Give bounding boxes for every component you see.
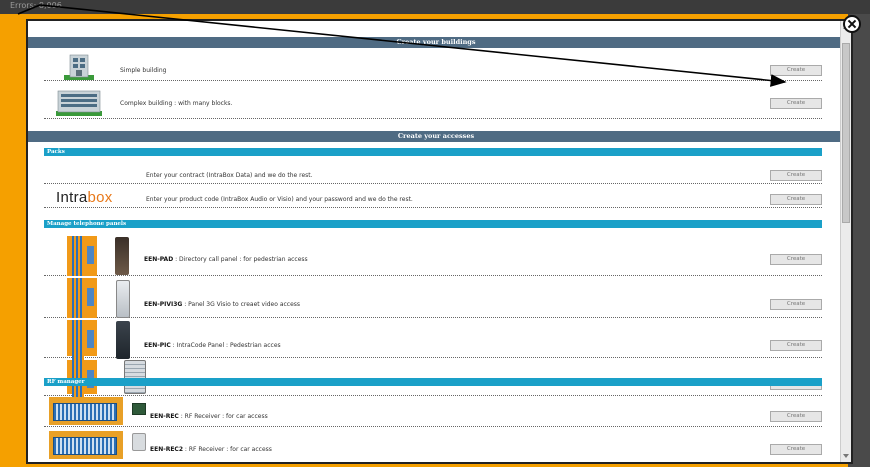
pic-code: EEN-PIC [144, 342, 171, 349]
pack-row-contract: Enter your contract (IntraBox Data) and … [44, 164, 822, 184]
door-icon [67, 236, 97, 276]
create-rec2-button[interactable]: Create [770, 444, 822, 455]
buildings-header: Create your buildings [28, 37, 844, 48]
door-icon [67, 278, 97, 318]
telephone-row-pad: EEN-PAD : Directory call panel : for ped… [44, 232, 822, 276]
building-row-complex: Complex building : with many blocks. Cre… [44, 83, 822, 119]
rf-receiver-icon [132, 403, 146, 415]
pivi3g-code: EEN-PIVI3G [144, 301, 183, 308]
create-pivi3g-button[interactable]: Create [770, 299, 822, 310]
simple-building-label: Simple building [120, 67, 167, 74]
directory-panel-icon [115, 237, 129, 275]
pad-code: EEN-PAD [144, 256, 174, 263]
pic-desc: : IntraCode Panel : Pedestrian acces [170, 342, 281, 349]
telephone-row-pic: EEN-PIC : IntraCode Panel : Pedestrian a… [44, 320, 822, 360]
gate-icon [49, 431, 123, 459]
rec2-code: EEN-REC2 [150, 446, 184, 453]
background-title: Errors: 8,006 [10, 1, 62, 10]
rf-row-rec2: EEN-REC2 : RF Receiver : for car access … [44, 429, 822, 462]
pack-row-product: Intrabox Enter your product code (IntraB… [44, 186, 822, 208]
rf-subheader: RF manager [44, 378, 822, 386]
door-icon [67, 320, 97, 360]
create-pad-button[interactable]: Create [770, 254, 822, 265]
pack-contract-label: Enter your contract (IntraBox Data) and … [146, 172, 313, 179]
simple-building-icon [64, 54, 94, 80]
visio-panel-icon [116, 280, 130, 318]
create-simple-building-button[interactable]: Create [770, 65, 822, 76]
pack-product-label: Enter your product code (IntraBox Audio … [146, 196, 413, 203]
create-dialog: Create your buildings Simple building Cr… [26, 19, 853, 464]
pad-desc: : Directory call panel : for pedestrian … [173, 256, 308, 263]
close-icon[interactable] [843, 15, 861, 33]
intracode-panel-icon [116, 321, 130, 359]
rf-row-rec: EEN-REC : RF Receiver : for car access C… [44, 393, 822, 427]
door-label-panel-icon [124, 360, 146, 394]
intrabox-logo: Intrabox [56, 189, 113, 206]
vertical-scrollbar[interactable] [840, 21, 851, 462]
create-complex-building-button[interactable]: Create [770, 98, 822, 109]
telephone-subheader: Manage telephone panels [44, 220, 822, 228]
complex-building-icon [56, 90, 102, 116]
gate-icon [49, 397, 123, 425]
create-pack-contract-button[interactable]: Create [770, 170, 822, 181]
scroll-down-icon[interactable] [843, 454, 849, 458]
packs-subheader: Packs [44, 148, 822, 156]
rf-receiver-2-icon [132, 433, 146, 451]
rec-desc: : RF Receiver : for car access [178, 413, 268, 420]
complex-building-label: Complex building : with many blocks. [120, 100, 233, 107]
rec-code: EEN-REC [150, 413, 179, 420]
pivi3g-desc: : Panel 3G Visio to creaet video access [182, 301, 301, 308]
rec2-desc: : RF Receiver : for car access [183, 446, 272, 453]
telephone-row-pivi3g: EEN-PIVI3G : Panel 3G Visio to creaet vi… [44, 278, 822, 318]
building-row-simple: Simple building Create [44, 51, 822, 81]
background-toolbar: Errors: 8,006 [0, 0, 870, 14]
scroll-thumb[interactable] [842, 43, 850, 223]
accesses-header: Create your accesses [28, 131, 844, 142]
door-icon [67, 360, 97, 400]
create-rec-button[interactable]: Create [770, 411, 822, 422]
create-pack-product-button[interactable]: Create [770, 194, 822, 205]
create-pic-button[interactable]: Create [770, 340, 822, 351]
